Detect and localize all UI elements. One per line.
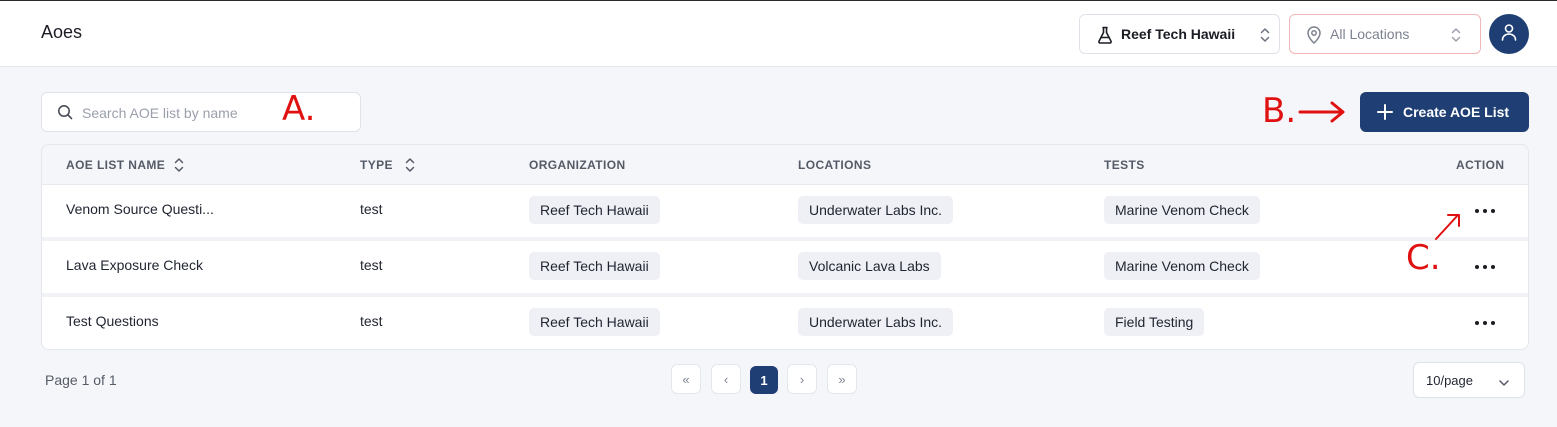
chevron-up-down-icon bbox=[1450, 27, 1462, 48]
page-info: Page 1 of 1 bbox=[45, 372, 117, 388]
column-header-type[interactable]: TYPE bbox=[360, 158, 393, 172]
first-page-button[interactable]: « bbox=[671, 364, 701, 394]
chevron-up-down-icon bbox=[1259, 27, 1271, 48]
page-number: 1 bbox=[760, 372, 768, 388]
location-tag: Underwater Labs Inc. bbox=[798, 196, 954, 224]
row-type: test bbox=[360, 201, 383, 217]
test-tag: Marine Venom Check bbox=[1104, 252, 1260, 280]
user-icon bbox=[1500, 23, 1518, 46]
search-input[interactable] bbox=[82, 102, 282, 124]
organization-label: Reef Tech Hawaii bbox=[1121, 26, 1236, 42]
column-header-name[interactable]: AOE LIST NAME bbox=[66, 158, 165, 172]
table-row[interactable]: Test Questions test Reef Tech Hawaii Und… bbox=[42, 297, 1528, 349]
flask-icon bbox=[1097, 26, 1113, 49]
location-tag: Volcanic Lava Labs bbox=[798, 252, 941, 280]
row-actions-menu-icon[interactable] bbox=[1475, 261, 1495, 273]
annotation-a: A. bbox=[282, 89, 316, 129]
annotation-b: B. bbox=[1262, 91, 1297, 131]
map-pin-icon bbox=[1307, 26, 1321, 49]
column-header-tests: TESTS bbox=[1104, 158, 1145, 172]
chevron-down-icon bbox=[1498, 375, 1510, 393]
organization-tag: Reef Tech Hawaii bbox=[529, 252, 660, 280]
chevron-left-icon: ‹ bbox=[723, 371, 729, 387]
location-selector[interactable]: All Locations bbox=[1289, 14, 1481, 54]
next-page-button[interactable]: › bbox=[787, 364, 817, 394]
location-tag: Underwater Labs Inc. bbox=[798, 308, 954, 336]
chevron-right-icon: › bbox=[799, 371, 805, 387]
organization-tag: Reef Tech Hawaii bbox=[529, 196, 660, 224]
last-page-button[interactable]: » bbox=[827, 364, 857, 394]
test-tag: Field Testing bbox=[1104, 308, 1205, 336]
test-tag: Marine Venom Check bbox=[1104, 196, 1260, 224]
previous-page-button[interactable]: ‹ bbox=[711, 364, 741, 394]
organization-tag: Reef Tech Hawaii bbox=[529, 308, 660, 336]
row-name: Test Questions bbox=[66, 313, 159, 329]
search-icon bbox=[57, 104, 73, 125]
organization-selector[interactable]: Reef Tech Hawaii bbox=[1079, 14, 1280, 54]
aoe-list-table: AOE LIST NAME TYPE ORGANIZATION LOCATION… bbox=[41, 144, 1529, 350]
sort-icon[interactable] bbox=[173, 157, 185, 178]
column-header-locations: LOCATIONS bbox=[798, 158, 872, 172]
top-header: Aoes Reef Tech Hawaii All Locations bbox=[0, 1, 1557, 67]
page-size-label: 10/page bbox=[1426, 373, 1473, 388]
table-row[interactable]: Venom Source Questi... test Reef Tech Ha… bbox=[42, 185, 1528, 241]
row-type: test bbox=[360, 257, 383, 273]
row-type: test bbox=[360, 313, 383, 329]
row-name: Venom Source Questi... bbox=[66, 201, 214, 217]
annotation-arrow-right bbox=[1298, 101, 1345, 123]
create-aoe-list-label: Create AOE List bbox=[1403, 104, 1510, 120]
double-chevron-left-icon: « bbox=[682, 371, 690, 387]
create-aoe-list-button[interactable]: Create AOE List bbox=[1360, 92, 1529, 132]
sort-icon[interactable] bbox=[404, 157, 416, 178]
column-header-organization: ORGANIZATION bbox=[529, 158, 626, 172]
row-actions-menu-icon[interactable] bbox=[1475, 317, 1495, 329]
page-title: Aoes bbox=[41, 22, 83, 42]
page-1-button[interactable]: 1 bbox=[750, 366, 778, 394]
double-chevron-right-icon: » bbox=[838, 371, 846, 387]
table-header: AOE LIST NAME TYPE ORGANIZATION LOCATION… bbox=[42, 145, 1528, 185]
table-row[interactable]: Lava Exposure Check test Reef Tech Hawai… bbox=[42, 241, 1528, 297]
column-header-action: ACTION bbox=[1456, 158, 1505, 172]
row-actions-menu-icon[interactable] bbox=[1475, 205, 1495, 217]
user-avatar-button[interactable] bbox=[1489, 14, 1529, 54]
annotation-c: C. bbox=[1406, 238, 1441, 278]
page-size-select[interactable]: 10/page bbox=[1413, 362, 1525, 398]
row-name: Lava Exposure Check bbox=[66, 257, 203, 273]
plus-icon bbox=[1376, 103, 1394, 124]
location-label: All Locations bbox=[1330, 26, 1410, 42]
